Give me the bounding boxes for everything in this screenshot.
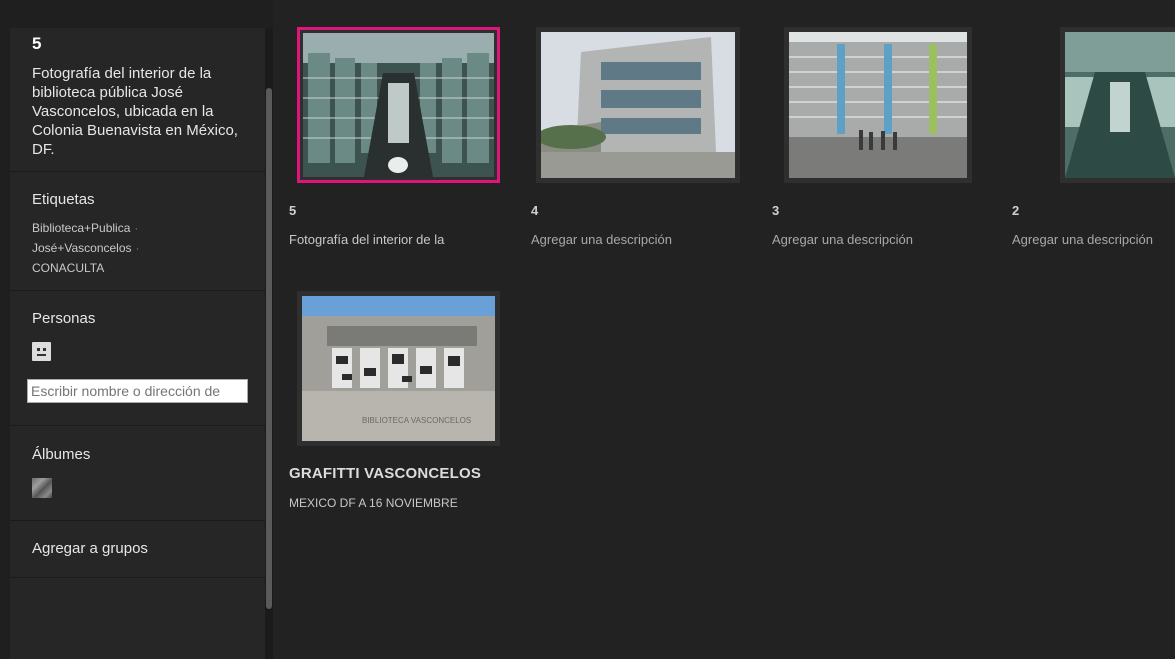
scrollbar-thumb[interactable] <box>266 88 272 609</box>
album-thumbnail[interactable] <box>32 478 52 498</box>
photo-title-grafitti[interactable]: GRAFITTI VASCONCELOS <box>289 465 481 482</box>
tags-section: Etiquetas Biblioteca+Publica · José+Vasco… <box>10 172 265 291</box>
tag-link[interactable]: CONACULTA <box>32 261 104 275</box>
photo-thumbnail-4[interactable] <box>536 27 740 183</box>
library-interior-image <box>303 33 494 177</box>
albums-section: Álbumes <box>10 426 265 521</box>
photo-description-3[interactable]: Agregar una descripción <box>772 232 913 247</box>
title-section: 5 Fotografía del interior de la bibliote… <box>10 28 265 172</box>
photo-description-grafitti[interactable]: MEXICO DF A 16 NOVIEMBRE <box>289 496 458 510</box>
photo-thumbnail-2[interactable] <box>1060 27 1175 183</box>
tags-heading: Etiquetas <box>32 191 95 208</box>
photo-title-5[interactable]: 5 <box>289 203 296 218</box>
albums-heading: Álbumes <box>32 446 91 463</box>
photo-title-3[interactable]: 3 <box>772 203 779 218</box>
add-to-groups-link[interactable]: Agregar a grupos <box>32 521 243 557</box>
sidebar-scrollbar[interactable] <box>265 28 273 659</box>
tag-list: Biblioteca+Publica · José+Vasconcelos · CO… <box>32 208 243 290</box>
photo-title[interactable]: 5 <box>32 28 243 54</box>
people-heading: Personas <box>32 310 96 327</box>
photo-thumbnail-grafitti[interactable]: BIBLIOTECA VASCONCELOS <box>297 291 500 446</box>
building-exterior-image <box>541 32 735 178</box>
people-section: Personas <box>10 291 265 426</box>
photo-thumbnail-5[interactable] <box>297 27 500 183</box>
groups-section: Agregar a grupos <box>10 521 265 578</box>
photo-details-sidebar: 5 Fotografía del interior de la bibliote… <box>10 28 265 659</box>
library-hall-image <box>1065 32 1175 178</box>
tag-separator: · <box>135 241 140 255</box>
photo-description[interactable]: Fotografía del interior de la biblioteca… <box>32 64 243 171</box>
person-placeholder-icon[interactable] <box>32 342 51 361</box>
tag-link[interactable]: Biblioteca+Publica <box>32 221 130 235</box>
graffiti-building-image: BIBLIOTECA VASCONCELOS <box>302 296 495 441</box>
photo-description-4[interactable]: Agregar una descripción <box>531 232 672 247</box>
building-facade-image <box>789 32 967 178</box>
photo-title-4[interactable]: 4 <box>531 203 538 218</box>
photo-description-5[interactable]: Fotografía del interior de la <box>289 232 444 247</box>
tag-separator: · <box>134 221 139 235</box>
photo-title-2[interactable]: 2 <box>1012 203 1019 218</box>
person-name-input[interactable] <box>27 379 248 403</box>
building-sign-text: BIBLIOTECA VASCONCELOS <box>362 416 471 425</box>
tag-link[interactable]: José+Vasconcelos <box>32 241 132 255</box>
photo-thumbnail-3[interactable] <box>784 27 972 183</box>
photo-description-2[interactable]: Agregar una descripción <box>1012 232 1153 247</box>
